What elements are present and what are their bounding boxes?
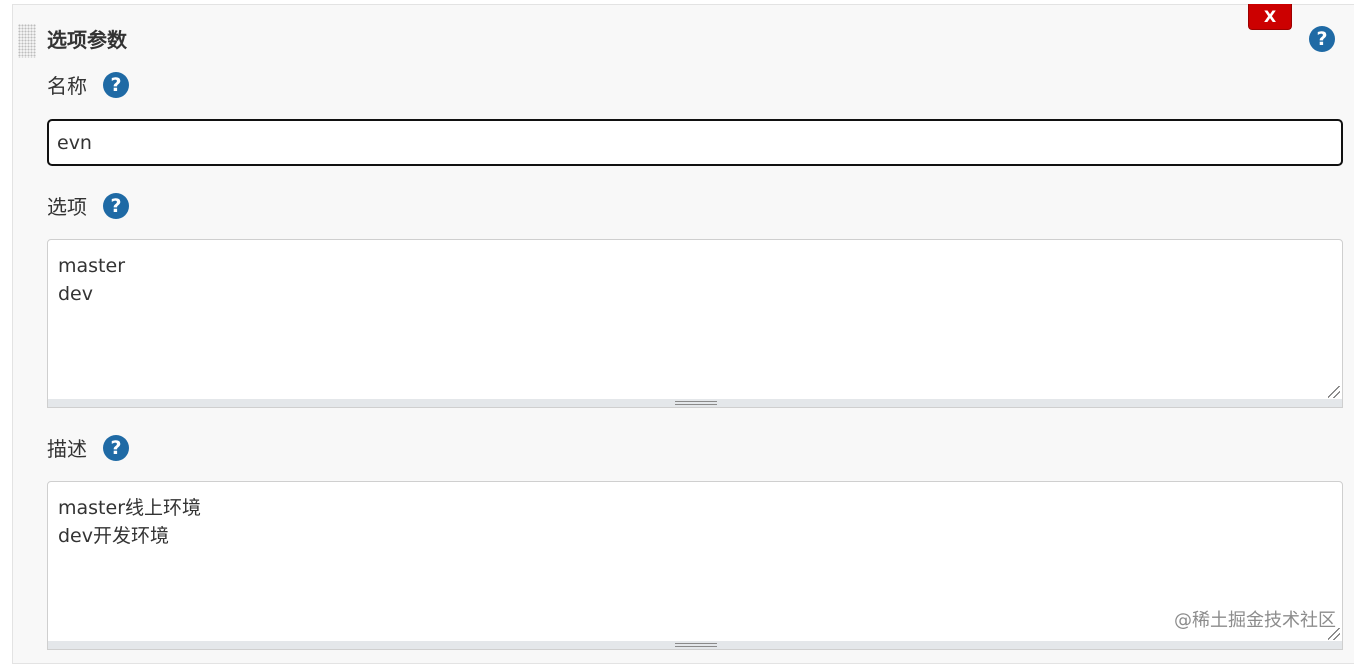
description-help-icon[interactable]: ? (103, 435, 129, 461)
description-line: master线上环境 (58, 497, 202, 519)
choices-label: 选项 (47, 195, 87, 219)
description-textarea[interactable]: master线上环境 dev开发环境 (47, 481, 1343, 643)
name-help-icon[interactable]: ? (103, 72, 129, 98)
resize-corner-icon[interactable] (1328, 386, 1340, 398)
description-line: dev开发环境 (58, 525, 169, 547)
drag-handle[interactable] (18, 24, 36, 58)
grip-icon (675, 643, 717, 647)
section-title: 选项参数 (47, 28, 127, 52)
choices-resize-bar[interactable] (47, 399, 1343, 408)
name-label: 名称 (47, 74, 87, 98)
choice-line: master (58, 255, 126, 277)
section-help-icon[interactable]: ? (1309, 26, 1335, 52)
description-label: 描述 (47, 437, 87, 461)
choice-line: dev (58, 283, 93, 305)
delete-parameter-button[interactable]: X (1248, 4, 1292, 30)
choices-help-icon[interactable]: ? (103, 193, 129, 219)
grip-icon (675, 401, 717, 405)
choices-textarea[interactable]: master dev (47, 239, 1343, 401)
watermark: @稀土掘金技术社区 (1174, 610, 1336, 631)
description-resize-bar[interactable] (47, 641, 1343, 650)
name-input[interactable] (47, 119, 1343, 166)
